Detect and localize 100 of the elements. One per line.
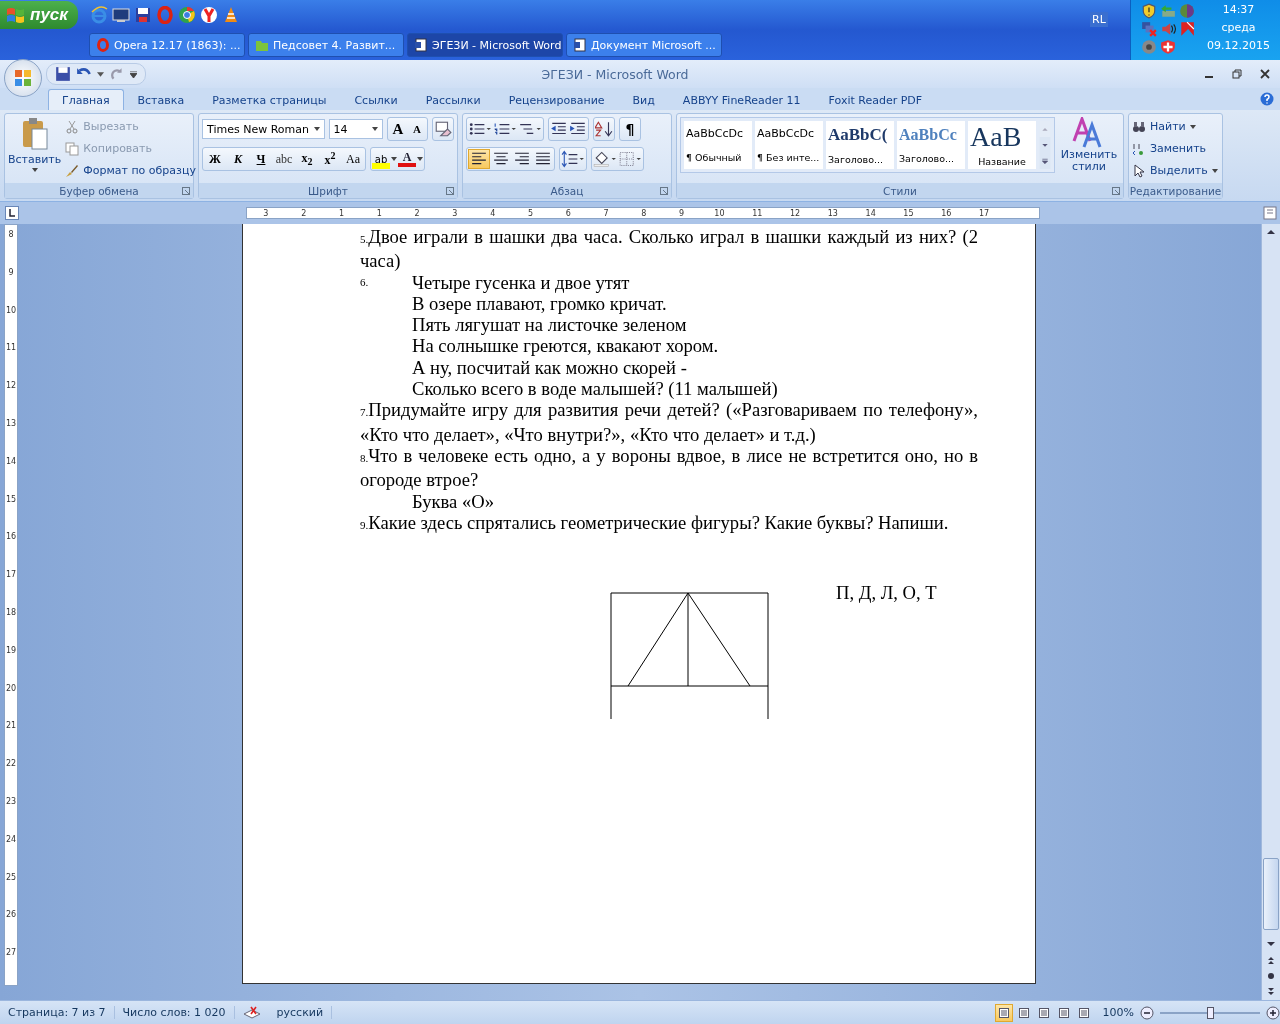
ribbon-tab[interactable]: Foxit Reader PDF [814,89,937,110]
cursor-arrow-icon [1132,163,1146,178]
editing-command[interactable]: Выделить [1132,161,1219,180]
font-color-button[interactable]: A [398,151,416,167]
question-paragraph: 8.Что в человеке есть одно, а у вороны вдвое, в лисе не встретится оно, но в огороде втрое? [360,444,978,491]
paste-button[interactable]: Вставить [8,117,62,180]
vertical-scrollbar[interactable] [1261,224,1280,1000]
binoculars-icon [1132,119,1146,134]
format-button[interactable]: К [227,149,249,169]
eraser-icon[interactable] [434,120,452,138]
style-tile[interactable]: AaBbCc Заголово... [897,121,965,169]
ribbon-tab[interactable]: Вставка [123,89,199,110]
group-title: Буфер обмена [59,184,139,197]
format-button[interactable]: x$_{2}$ [296,149,318,169]
dialog-launcher-icon[interactable] [182,187,190,195]
bulleted-list-icon[interactable] [468,120,492,138]
ribbon-tab[interactable]: Разметка страницы [198,89,341,110]
font-size-button[interactable]: A [389,119,407,139]
paint-bucket-icon[interactable] [593,150,617,168]
dialog-launcher-icon[interactable] [660,187,668,195]
replace-icon [1132,141,1146,156]
round-logo-icon[interactable] [178,6,196,24]
round-logo-icon[interactable] [1179,3,1195,19]
ribbon-tab[interactable]: Рассылки [411,89,495,110]
font-size-dropdown[interactable]: 14 [328,119,383,139]
zoom-slider-thumb[interactable] [1207,1006,1214,1019]
scrollbar-thumb[interactable] [1263,858,1279,930]
status-text[interactable]: Страница: 7 из 7 [0,1006,115,1019]
ruler-number: 19 [5,644,17,657]
help-icon[interactable] [1260,92,1274,106]
ruler-number: 11 [5,342,17,355]
font-size-button[interactable]: A [408,119,426,139]
traffic-cone-icon[interactable] [222,6,240,24]
customize-caret-icon[interactable] [130,70,137,78]
change-styles-button[interactable]: Изменить стили [1061,117,1117,180]
show-marks-button[interactable]: ¶ [621,119,639,139]
format-button[interactable]: Ч [250,149,272,169]
format-button[interactable]: Ж [204,149,226,169]
close-icon[interactable] [1260,69,1270,79]
taskbar-window-button[interactable]: Педсовет 4. Развит... [248,33,404,57]
group-title: Абзац [550,184,584,197]
clock-time: 14:37 [1222,3,1255,16]
line-spacing-icon[interactable] [561,150,585,168]
ribbon-tab[interactable]: Ссылки [340,89,412,110]
caret-down-icon[interactable] [97,70,104,78]
ruler-number: 9 [678,208,686,218]
window-title: ЭГЕЗИ - Microsoft Word [540,66,690,82]
style-tile[interactable]: AaB Название [968,121,1036,169]
taskbar-window-button[interactable]: Документ Microsoft ... [566,33,722,57]
language-indicator[interactable]: RL [1090,12,1108,27]
more-icon[interactable] [1039,153,1051,169]
editing-command[interactable]: Заменить [1132,139,1219,158]
style-tile[interactable]: AaBbC( Заголово... [826,121,894,169]
caret-down-icon[interactable] [417,157,423,161]
dialog-launcher-icon[interactable] [446,187,454,195]
format-button[interactable]: Aa [342,149,364,169]
view-mode-button[interactable] [994,1003,1013,1022]
scroll-down-icon[interactable] [1039,137,1051,153]
caret-down-icon[interactable] [391,157,397,161]
caret-down-icon [372,127,378,131]
taskbar-window-button[interactable]: ЭГЕЗИ - Microsoft Word [407,33,563,57]
round-logo-icon[interactable] [200,6,218,24]
ribbon-tab[interactable]: Рецензирование [494,89,619,110]
monitor-icon[interactable] [112,6,130,24]
ribbon-tab[interactable]: ABBYY FineReader 11 [668,89,815,110]
clipboard-command[interactable]: Формат по образцу [65,161,196,180]
speaker-icon[interactable] [1160,21,1176,37]
folder-icon [255,38,269,52]
status-text[interactable]: русский [268,1006,333,1019]
zoom-in-icon[interactable] [1266,1005,1280,1020]
ruler-number: 18 [5,606,17,619]
style-tile[interactable]: AaBbCcDc ¶ Обычный [684,121,752,169]
format-button[interactable]: abc [273,149,295,169]
clock-day: среда [1221,21,1256,34]
shield-warning-icon[interactable] [1141,3,1157,19]
align-button[interactable] [468,149,490,169]
status-text[interactable]: Число слов: 1 020 [114,1006,235,1019]
verse-line: Сколько всего в воде малышей? (11 малышей) [412,378,778,400]
zoom-out-icon[interactable] [1140,1005,1154,1020]
font-family-dropdown[interactable]: Times New Roman [202,119,325,139]
ruler-number: 5 [526,208,534,218]
format-button[interactable]: x$^{2}$ [319,149,341,169]
ruler-number: 12 [5,380,17,393]
editing-command[interactable]: Найти [1132,117,1219,136]
shield-icon[interactable] [1160,39,1176,55]
speaker-disc-icon[interactable] [1141,39,1157,55]
ruler-number: 2 [413,208,421,218]
style-tile[interactable]: AaBbCcDc ¶ Без инте... [755,121,823,169]
e-letter-icon[interactable] [90,6,108,24]
restore-icon[interactable] [1232,69,1242,79]
tab-selector-icon[interactable] [5,206,19,220]
zoom-level[interactable]: 100% [1102,1006,1134,1019]
sort-icon[interactable] [595,120,613,138]
ribbon-tab[interactable]: Вид [618,89,669,110]
ribbon-tab[interactable]: Главная [48,89,124,110]
view-ruler-icon[interactable] [1263,206,1277,220]
ruler-number: 25 [5,871,17,884]
taskbar-window-button[interactable]: Opera 12.17 (1863): ... [89,33,245,57]
ruler-number: 3 [262,208,270,218]
dialog-launcher-icon[interactable] [1112,187,1120,195]
